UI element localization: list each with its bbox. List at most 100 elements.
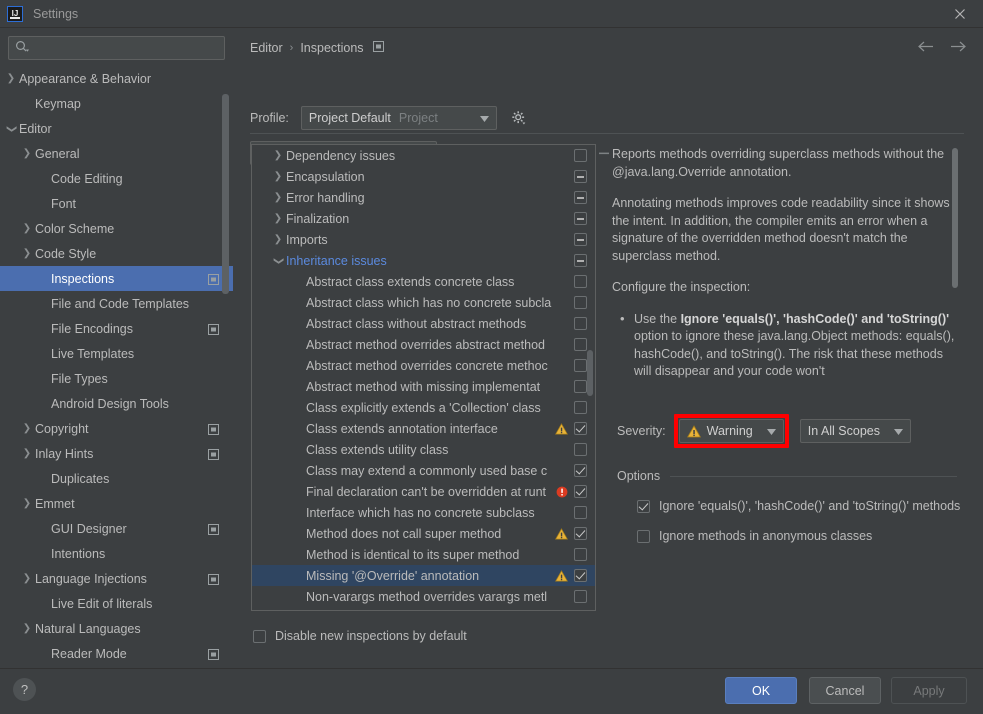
- sidebar-item-inspections[interactable]: Inspections: [0, 266, 233, 291]
- chevron-right-icon[interactable]: ❯: [270, 234, 286, 245]
- chevron-right-icon[interactable]: ❯: [270, 213, 286, 224]
- checkbox-icon[interactable]: [574, 296, 587, 309]
- sidebar-item-file-types[interactable]: File Types: [0, 366, 233, 391]
- disable-new-inspections-row[interactable]: Disable new inspections by default: [253, 629, 467, 643]
- checkbox-icon[interactable]: [574, 443, 587, 456]
- inspection-row[interactable]: Non-varargs method overrides varargs met…: [252, 586, 595, 607]
- sidebar-item-language-injections[interactable]: ❯ Language Injections: [0, 566, 233, 591]
- help-button[interactable]: ?: [13, 678, 36, 701]
- inspection-row[interactable]: Abstract class without abstract methods: [252, 313, 595, 334]
- sidebar-item-general[interactable]: ❯ General: [0, 141, 233, 166]
- inspection-row[interactable]: Abstract method overrides abstract metho…: [252, 334, 595, 355]
- sidebar-item-intentions[interactable]: Intentions: [0, 541, 233, 566]
- sidebar-item-inlay-hints[interactable]: ❯ Inlay Hints: [0, 441, 233, 466]
- chevron-right-icon[interactable]: ❯: [19, 223, 35, 234]
- inspection-row[interactable]: Method is identical to its super method: [252, 544, 595, 565]
- sidebar-item-natural-languages[interactable]: ❯ Natural Languages: [0, 616, 233, 641]
- sidebar-item-code-editing[interactable]: Code Editing: [0, 166, 233, 191]
- inspection-row[interactable]: ❯ Error handling: [252, 187, 595, 208]
- inspection-row[interactable]: ❯ Dependency issues: [252, 145, 595, 166]
- sidebar-item-emmet[interactable]: ❯ Emmet: [0, 491, 233, 516]
- scope-dropdown[interactable]: In All Scopes: [799, 419, 911, 443]
- sidebar-item-appearance-behavior[interactable]: ❯ Appearance & Behavior: [0, 66, 233, 91]
- inspection-row[interactable]: Abstract class extends concrete class: [252, 271, 595, 292]
- checkbox-icon[interactable]: [574, 233, 587, 246]
- inspection-row[interactable]: ❯ Encapsulation: [252, 166, 595, 187]
- sidebar-item-live-edit-of-literals[interactable]: Live Edit of literals: [0, 591, 233, 616]
- sidebar-item-gui-designer[interactable]: GUI Designer: [0, 516, 233, 541]
- checkbox-icon[interactable]: [574, 422, 587, 435]
- chevron-right-icon[interactable]: ❯: [19, 248, 35, 259]
- checkbox-icon[interactable]: [574, 548, 587, 561]
- severity-dropdown[interactable]: Warning: [678, 419, 784, 443]
- chevron-right-icon[interactable]: ❯: [19, 573, 35, 584]
- sidebar-item-font[interactable]: Font: [0, 191, 233, 216]
- checkbox-icon[interactable]: [574, 380, 587, 393]
- checkbox-icon[interactable]: [574, 485, 587, 498]
- chevron-right-icon[interactable]: ❯: [19, 148, 35, 159]
- inspection-row[interactable]: Abstract method overrides concrete metho…: [252, 355, 595, 376]
- sidebar-item-editor[interactable]: ❯ Editor: [0, 116, 233, 141]
- sidebar-item-copyright[interactable]: ❯ Copyright: [0, 416, 233, 441]
- sidebar-item-android-design-tools[interactable]: Android Design Tools: [0, 391, 233, 416]
- sidebar-item-file-encodings[interactable]: File Encodings: [0, 316, 233, 341]
- inspection-row[interactable]: Class extends annotation interface: [252, 418, 595, 439]
- inspection-row[interactable]: Final declaration can't be overridden at…: [252, 481, 595, 502]
- search-box[interactable]: [8, 36, 225, 60]
- inspection-row[interactable]: Method does not call super method: [252, 523, 595, 544]
- option-ignore-equals-hashcode-tostring[interactable]: Ignore 'equals()', 'hashCode()' and 'toS…: [637, 499, 960, 513]
- checkbox-icon[interactable]: [574, 506, 587, 519]
- sidebar-item-file-and-code-templates[interactable]: File and Code Templates: [0, 291, 233, 316]
- ok-button[interactable]: OK: [725, 677, 797, 704]
- chevron-right-icon[interactable]: ❯: [270, 171, 286, 182]
- sidebar-item-keymap[interactable]: Keymap: [0, 91, 233, 116]
- checkbox-icon[interactable]: [574, 401, 587, 414]
- apply-button[interactable]: Apply: [891, 677, 967, 704]
- checkbox-icon[interactable]: [574, 527, 587, 540]
- profile-dropdown[interactable]: Project Default Project: [300, 106, 497, 130]
- checkbox-icon[interactable]: [574, 338, 587, 351]
- sidebar-item-duplicates[interactable]: Duplicates: [0, 466, 233, 491]
- chevron-right-icon[interactable]: ❯: [19, 448, 35, 459]
- close-icon[interactable]: [951, 5, 969, 23]
- checkbox-icon[interactable]: [637, 499, 650, 513]
- checkbox-icon[interactable]: [574, 275, 587, 288]
- sidebar-item-code-style[interactable]: ❯ Code Style: [0, 241, 233, 266]
- chevron-right-icon[interactable]: ❯: [3, 73, 19, 84]
- arrow-right-icon[interactable]: [950, 40, 967, 56]
- checkbox-icon[interactable]: [574, 359, 587, 372]
- checkbox-icon[interactable]: [574, 317, 587, 330]
- chevron-right-icon[interactable]: ❯: [19, 423, 35, 434]
- inspection-row[interactable]: Class extends utility class: [252, 439, 595, 460]
- sidebar-item-live-templates[interactable]: Live Templates: [0, 341, 233, 366]
- inspection-row[interactable]: Class explicitly extends a 'Collection' …: [252, 397, 595, 418]
- inspection-row[interactable]: ❯ Inheritance issues: [252, 250, 595, 271]
- breadcrumb-item-inspections[interactable]: Inspections: [300, 41, 363, 55]
- inspection-row[interactable]: Class may extend a commonly used base c: [252, 460, 595, 481]
- arrow-left-icon[interactable]: [917, 40, 934, 56]
- chevron-right-icon[interactable]: ❯: [270, 150, 286, 161]
- checkbox-icon[interactable]: [574, 212, 587, 225]
- inspection-row[interactable]: ❯ Finalization: [252, 208, 595, 229]
- checkbox-icon[interactable]: [637, 529, 650, 543]
- checkbox-icon[interactable]: [574, 590, 587, 603]
- chevron-right-icon[interactable]: ❯: [270, 192, 286, 203]
- checkbox-icon[interactable]: [574, 464, 587, 477]
- inspection-row[interactable]: Interface which has no concrete subclass: [252, 502, 595, 523]
- chevron-down-icon[interactable]: ❯: [6, 121, 17, 137]
- option-ignore-anonymous-classes[interactable]: Ignore methods in anonymous classes: [637, 529, 872, 543]
- inspection-row[interactable]: ❯ Imports: [252, 229, 595, 250]
- checkbox-icon[interactable]: [574, 149, 587, 162]
- breadcrumb-item-editor[interactable]: Editor: [250, 41, 283, 55]
- description-scrollbar-thumb[interactable]: [952, 148, 958, 288]
- gear-icon[interactable]: [511, 110, 527, 126]
- sidebar-item-color-scheme[interactable]: ❯ Color Scheme: [0, 216, 233, 241]
- inspection-scrollbar-thumb[interactable]: [587, 350, 593, 396]
- search-input[interactable]: [33, 38, 224, 58]
- checkbox-icon[interactable]: [574, 170, 587, 183]
- cancel-button[interactable]: Cancel: [809, 677, 881, 704]
- inspection-row[interactable]: Abstract method with missing implementat: [252, 376, 595, 397]
- checkbox-icon[interactable]: [574, 254, 587, 267]
- inspection-row[interactable]: Missing '@Override' annotation: [252, 565, 595, 586]
- chevron-right-icon[interactable]: ❯: [19, 623, 35, 634]
